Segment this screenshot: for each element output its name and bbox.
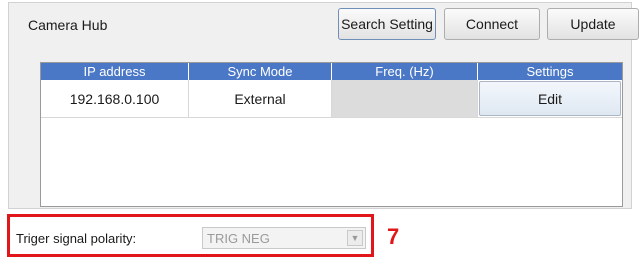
- column-header-settings[interactable]: Settings: [478, 63, 622, 80]
- sync-mode-cell: External: [189, 80, 332, 118]
- column-header-sync-mode[interactable]: Sync Mode: [189, 63, 332, 80]
- trigger-polarity-label: Triger signal polarity:: [16, 231, 137, 246]
- column-header-freq[interactable]: Freq. (Hz): [332, 63, 478, 80]
- update-button[interactable]: Update: [547, 8, 639, 40]
- camera-hub-title: Camera Hub: [28, 17, 108, 33]
- settings-cell: Edit: [478, 80, 622, 118]
- trigger-polarity-select[interactable]: TRIG NEG ▼: [202, 227, 366, 249]
- camera-table: IP address Sync Mode Freq. (Hz) Settings…: [40, 62, 623, 207]
- freq-cell: [332, 80, 478, 118]
- table-header: IP address Sync Mode Freq. (Hz) Settings: [41, 63, 622, 80]
- trigger-polarity-value: TRIG NEG: [207, 231, 270, 246]
- connect-button[interactable]: Connect: [444, 8, 540, 40]
- dropdown-arrow-icon[interactable]: ▼: [347, 230, 363, 246]
- search-setting-button[interactable]: Search Setting: [338, 8, 436, 40]
- edit-button[interactable]: Edit: [479, 81, 621, 116]
- callout-number: 7: [387, 224, 400, 249]
- column-header-ip-address[interactable]: IP address: [41, 63, 189, 80]
- table-row[interactable]: 192.168.0.100 External Edit: [41, 80, 622, 118]
- ip-address-cell: 192.168.0.100: [41, 80, 189, 118]
